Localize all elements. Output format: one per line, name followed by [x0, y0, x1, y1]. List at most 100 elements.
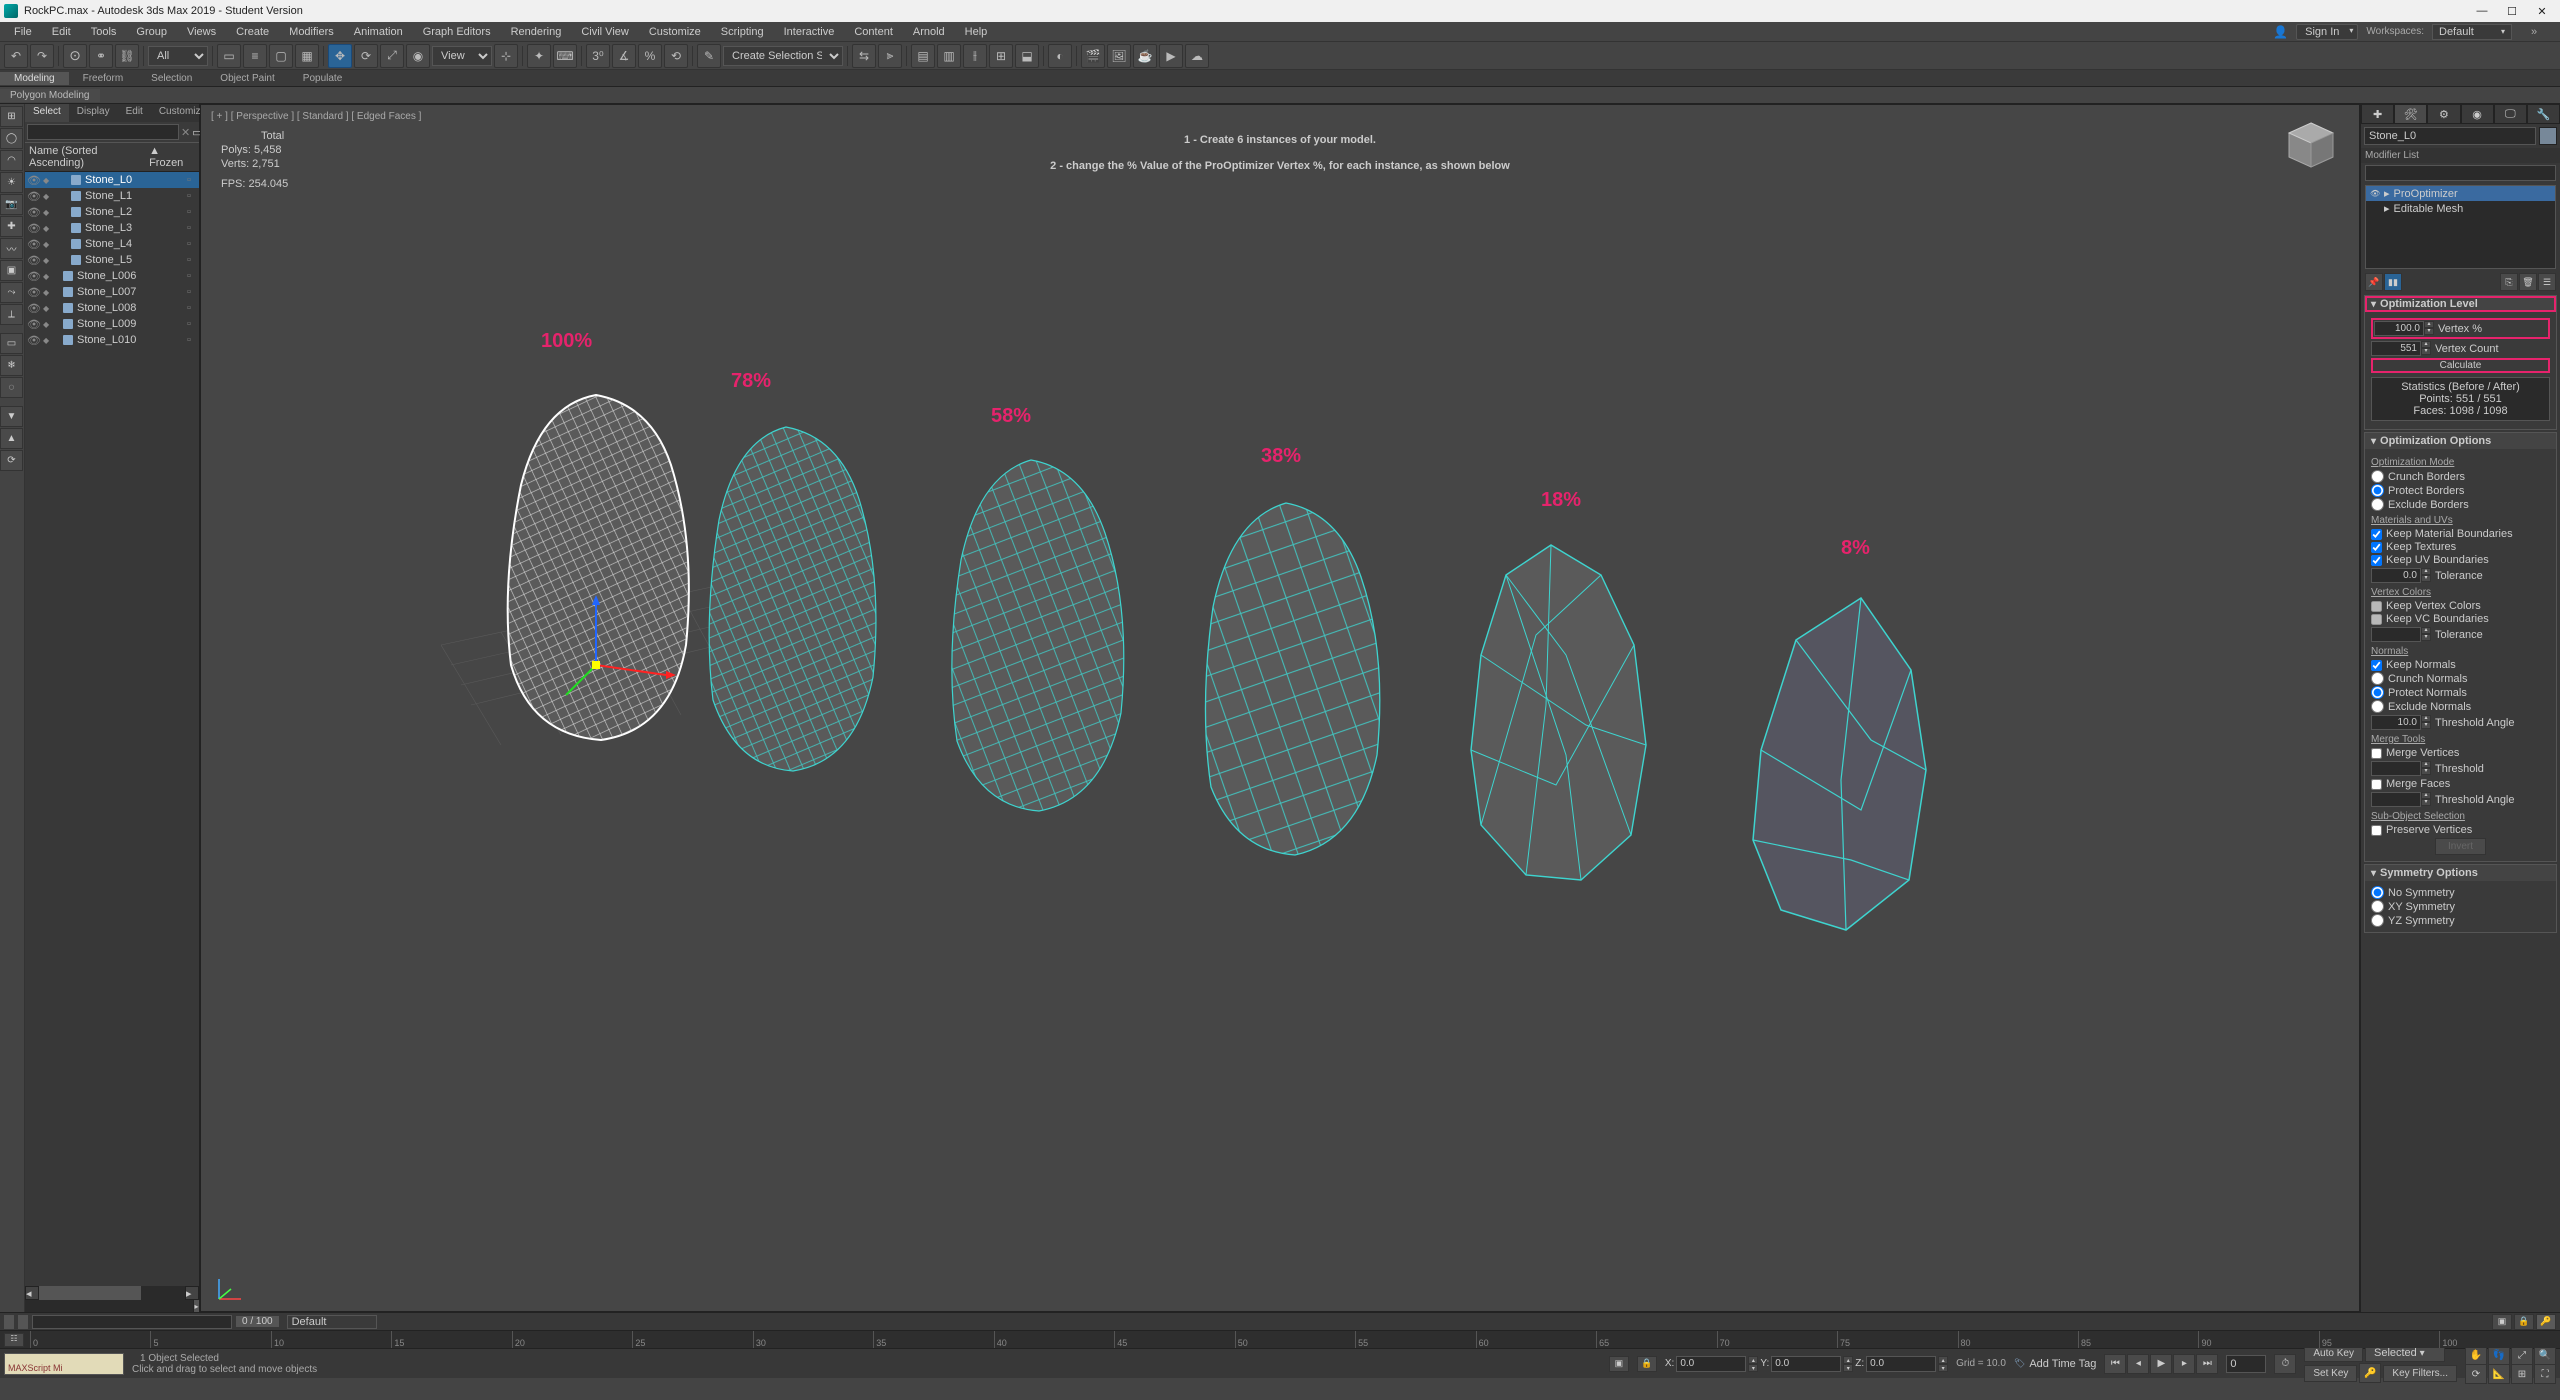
scene-item-stone_l4[interactable]: 👁◆Stone_L4▫ — [25, 236, 199, 252]
se-expand-all-button[interactable]: ▼ — [0, 406, 23, 427]
redo-button[interactable]: ↷ — [30, 44, 54, 68]
ref-coord-dropdown[interactable]: View — [432, 46, 492, 66]
maxscript-listener[interactable]: MAXScript Mi — [4, 1353, 124, 1375]
cmd-tab-utilities[interactable]: 🔧 — [2527, 104, 2560, 124]
se-tab-select[interactable]: Select — [25, 104, 69, 122]
visibility-icon[interactable]: 👁 — [27, 318, 39, 331]
keyboard-shortcut-button[interactable]: ⌨ — [553, 44, 577, 68]
vertex-percent-down[interactable]: ▾ — [2424, 328, 2434, 335]
prev-frame-button[interactable]: ◂ — [2127, 1354, 2149, 1374]
select-object-button[interactable]: ▭ — [217, 44, 241, 68]
workspace-dropdown[interactable]: Default▾ — [2432, 24, 2512, 40]
se-geometry-filter-button[interactable]: ◯ — [0, 128, 23, 149]
ribbon-tab-selection[interactable]: Selection — [137, 72, 206, 85]
render-cloud-button[interactable]: ☁ — [1185, 44, 1209, 68]
add-time-tag-button[interactable]: 🏷 Add Time Tag — [2014, 1358, 2097, 1370]
se-lights-filter-button[interactable]: ☀ — [0, 172, 23, 193]
edit-named-sel-button[interactable]: ✎ — [697, 44, 721, 68]
visibility-icon[interactable]: 👁 — [27, 254, 39, 267]
setkey-button[interactable]: Set Key — [2304, 1365, 2357, 1382]
se-xrefs-filter-button[interactable]: ⤳ — [0, 282, 23, 303]
merge-vertices-checkbox[interactable] — [2371, 748, 2382, 759]
vertex-count-input[interactable] — [2371, 341, 2421, 356]
render-setup-button[interactable]: 🎬 — [1081, 44, 1105, 68]
se-tab-display[interactable]: Display — [69, 104, 118, 122]
scene-item-stone_l5[interactable]: 👁◆Stone_L5▫ — [25, 252, 199, 268]
se-sync-button[interactable]: ⟳ — [0, 450, 23, 471]
configure-sets-button[interactable]: ☰ — [2538, 273, 2556, 291]
scene-item-stone_l3[interactable]: 👁◆Stone_L3▫ — [25, 220, 199, 236]
transform-x-input[interactable] — [1676, 1356, 1746, 1372]
selection-lock-button[interactable]: 🔒 — [2514, 1314, 2534, 1330]
transform-z-input[interactable] — [1866, 1356, 1936, 1372]
use-pivot-button[interactable]: ⊹ — [494, 44, 518, 68]
scene-item-stone_l006[interactable]: 👁◆Stone_L006▫ — [25, 268, 199, 284]
modifier-row-editable-mesh[interactable]: ▸Editable Mesh — [2366, 201, 2555, 216]
window-crossing-button[interactable]: ▦ — [295, 44, 319, 68]
visibility-icon[interactable]: 👁 — [27, 334, 39, 347]
transform-y-input[interactable] — [1771, 1356, 1841, 1372]
crunch-borders-radio[interactable] — [2371, 470, 2384, 483]
scene-item-stone_l009[interactable]: 👁◆Stone_L009▫ — [25, 316, 199, 332]
keep-textures-checkbox[interactable] — [2371, 542, 2382, 553]
visibility-icon[interactable]: 👁 — [27, 270, 39, 283]
ribbon-panel-polygon-modeling[interactable]: Polygon Modeling — [0, 89, 100, 102]
select-scale-button[interactable]: ⤢ — [380, 44, 404, 68]
ribbon-tab-modeling[interactable]: Modeling — [0, 72, 69, 85]
visibility-icon[interactable]: 👁 — [27, 190, 39, 203]
freeze-icon[interactable]: ▫ — [187, 238, 197, 250]
zoom-extents-button[interactable]: ⤢ — [2511, 1345, 2533, 1365]
current-frame-input[interactable] — [2226, 1355, 2266, 1373]
protect-normals-radio[interactable] — [2371, 686, 2384, 699]
mirror-button[interactable]: ⇆ — [852, 44, 876, 68]
curve-editor-button[interactable]: ⫲ — [963, 44, 987, 68]
max-toggle-button[interactable]: ⛶ — [2534, 1364, 2556, 1384]
se-helpers-filter-button[interactable]: ✚ — [0, 216, 23, 237]
se-header-name[interactable]: Name (Sorted Ascending) — [29, 145, 149, 169]
cmd-tab-modify[interactable]: 🛠 — [2394, 104, 2427, 124]
modifier-list-dropdown[interactable] — [2365, 165, 2556, 181]
scene-item-stone_l1[interactable]: 👁◆Stone_L1▫ — [25, 188, 199, 204]
key-filters-button[interactable]: Key Filters... — [2383, 1365, 2457, 1382]
lock-toggle-button[interactable]: 🔒 — [1637, 1356, 1657, 1372]
menu-tools[interactable]: Tools — [81, 24, 127, 40]
freeze-icon[interactable]: ▫ — [187, 206, 197, 218]
se-groups-filter-button[interactable]: ▣ — [0, 260, 23, 281]
zoom-region-button[interactable]: 🔍 — [2534, 1345, 2556, 1365]
toggle-ribbon-button[interactable]: ▥ — [937, 44, 961, 68]
spinner-snap-button[interactable]: ⟲ — [664, 44, 688, 68]
se-cameras-filter-button[interactable]: 📷 — [0, 194, 23, 215]
rock-instance-3[interactable] — [921, 445, 1141, 828]
next-frame-button[interactable]: ▸ — [2173, 1354, 2195, 1374]
menu-arnold[interactable]: Arnold — [903, 24, 955, 40]
workspace-extras-button[interactable]: » — [2520, 23, 2548, 41]
se-spacewarp-filter-button[interactable]: 〰 — [0, 238, 23, 259]
pin-stack-button[interactable]: 📌 — [2365, 273, 2383, 291]
rollout-header-optimization-options[interactable]: ▾ Optimization Options — [2365, 433, 2556, 449]
threshold-angle-input[interactable] — [2371, 715, 2421, 730]
freeze-icon[interactable]: ▫ — [187, 334, 197, 346]
se-search-input[interactable] — [27, 124, 179, 140]
trackbar-toggle-icon[interactable] — [4, 1315, 14, 1329]
visibility-icon[interactable]: 👁 — [27, 286, 39, 299]
visibility-icon[interactable]: 👁 — [27, 222, 39, 235]
make-unique-button[interactable]: ⎘ — [2500, 273, 2518, 291]
visibility-icon[interactable]: 👁 — [27, 206, 39, 219]
rock-instance-2[interactable] — [681, 415, 891, 788]
keep-uv-boundaries-checkbox[interactable] — [2371, 555, 2382, 566]
render-prod-button[interactable]: ☕ — [1133, 44, 1157, 68]
scene-item-stone_l010[interactable]: 👁◆Stone_L010▫ — [25, 332, 199, 348]
modifier-row-prooptimizer[interactable]: 👁▸ProOptimizer — [2366, 186, 2555, 201]
uv-tolerance-input[interactable] — [2371, 568, 2421, 583]
goto-end-button[interactable]: ⏭ — [2196, 1354, 2218, 1374]
calculate-button[interactable]: Calculate — [2371, 358, 2550, 373]
menu-file[interactable]: File — [4, 24, 42, 40]
se-collapse-all-button[interactable]: ▲ — [0, 428, 23, 449]
snap-toggle-3-button[interactable]: 3⁰ — [586, 44, 610, 68]
rock-instance-5[interactable] — [1436, 525, 1666, 898]
object-color-swatch[interactable] — [2539, 127, 2557, 145]
se-hidden-filter-button[interactable]: ◌ — [0, 377, 23, 398]
timeline-open-icon[interactable]: ☷ — [4, 1333, 24, 1347]
remove-modifier-button[interactable]: 🗑 — [2519, 273, 2537, 291]
se-header-frozen[interactable]: ▲ Frozen — [149, 145, 195, 169]
